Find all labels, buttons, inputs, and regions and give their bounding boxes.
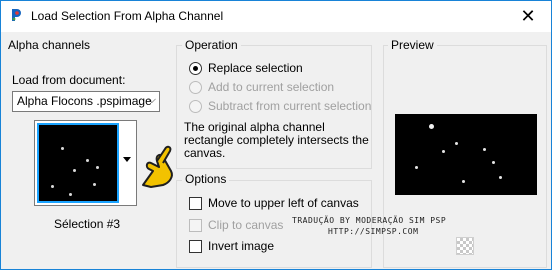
preview-image	[395, 114, 537, 195]
operation-title: Operation	[182, 38, 241, 52]
watermark-line-1: TRADUÇÃO BY MODERAÇÃO SIM PSP	[292, 216, 447, 225]
move-to-upper-left-label: Move to upper left of canvas	[208, 196, 359, 210]
subtract-selection-radio[interactable]: Subtract from current selection	[189, 99, 371, 113]
hand-pointer-icon	[142, 145, 173, 188]
transparency-checker-icon	[456, 237, 474, 255]
options-title: Options	[182, 172, 230, 186]
alpha-channels-title: Alpha channels	[8, 38, 91, 52]
dialog-content: Alpha channels Load from document: Alpha…	[1, 32, 551, 269]
load-from-label: Load from document:	[12, 73, 126, 87]
checkbox-indicator	[189, 218, 202, 232]
close-icon: ✕	[520, 6, 536, 26]
radio-indicator	[189, 61, 202, 75]
radio-indicator	[189, 80, 202, 94]
move-to-upper-left-checkbox[interactable]: Move to upper left of canvas	[189, 196, 359, 210]
replace-selection-label: Replace selection	[208, 61, 303, 75]
window-title: Load Selection From Alpha Channel	[31, 9, 224, 23]
replace-selection-radio[interactable]: Replace selection	[189, 61, 303, 75]
clip-to-canvas-checkbox[interactable]: Clip to canvas	[189, 218, 283, 232]
chevron-down-icon: ⌵	[147, 94, 156, 106]
chevron-down-icon[interactable]	[123, 157, 131, 162]
add-selection-radio[interactable]: Add to current selection	[189, 80, 334, 94]
alpha-channel-thumbnail	[37, 123, 119, 203]
checkbox-indicator	[189, 239, 202, 253]
document-select-value: Alpha Flocons .pspimage	[17, 94, 152, 108]
operation-description: The original alpha channel rectangle com…	[184, 120, 369, 160]
clip-to-canvas-label: Clip to canvas	[208, 218, 284, 232]
checkbox-indicator	[189, 196, 202, 210]
radio-indicator	[189, 99, 202, 113]
title-bar: Load Selection From Alpha Channel ✕	[1, 1, 551, 32]
selection-label: Sélection #3	[54, 217, 121, 231]
paint-shop-pro-icon	[8, 7, 24, 23]
alpha-channel-picker[interactable]	[34, 120, 137, 206]
dialog-window: Load Selection From Alpha Channel ✕ Alph…	[0, 0, 552, 270]
document-select[interactable]: Alpha Flocons .pspimage ⌵	[12, 91, 160, 112]
add-selection-label: Add to current selection	[208, 80, 335, 94]
preview-title: Preview	[388, 38, 437, 52]
invert-image-label: Invert image	[208, 239, 275, 253]
watermark-line-2: HTTP://SIMPSP.COM	[328, 227, 419, 236]
invert-image-checkbox[interactable]: Invert image	[189, 239, 274, 253]
close-button[interactable]: ✕	[505, 1, 551, 32]
subtract-selection-label: Subtract from current selection	[208, 99, 372, 113]
